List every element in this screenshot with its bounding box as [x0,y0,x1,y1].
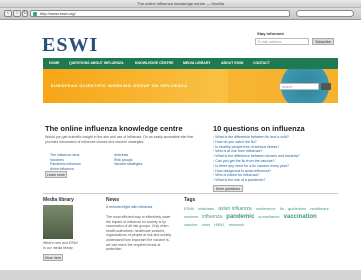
section-divider [43,193,338,194]
tag-link[interactable]: surveillance [258,214,279,219]
news-headline[interactable]: A renewed fight with influenza [106,205,174,210]
news-heading: News [106,197,120,203]
banner-tagline: EUROPEAN SCIENTIFIC WORKING GROUP ON INF… [51,83,188,88]
tag-link[interactable]: vaccine [184,222,198,227]
url-text: http://www.eswi.org/ [40,11,76,16]
intro-text: Would you get scientific insight in the … [45,135,194,144]
tag-link[interactable]: conference [256,206,276,211]
topic-links-1: The influenza virus Vaccines Pandemic in… [50,153,105,171]
nav-media[interactable]: MEDIA LIBRARY [183,58,211,69]
header-banner: EUROPEAN SCIENTIFIC WORKING GROUP ON INF… [43,69,338,103]
forward-button[interactable]: › [13,10,21,17]
tags-heading: Tags [184,197,196,203]
tag-link[interactable]: pandemic [226,214,254,220]
tag-link[interactable]: influenza [202,214,222,220]
browser-window: The online influenza knowledge centre — … [0,0,361,280]
reload-button[interactable]: ↻ [22,10,28,17]
topic-links-2: Antivirals Risk groups Vaccine strategie… [114,153,169,167]
questions-heading: 10 questions on influenza [213,124,305,133]
site-icon [33,12,37,16]
title-bar: The online influenza knowledge centre — … [0,0,361,8]
nav-contact[interactable]: CONTACT [253,58,270,69]
tag-link[interactable]: avian influenza [218,206,251,212]
nav-home[interactable]: HOME [49,58,60,69]
email-field[interactable]: E-mail address [255,38,309,45]
tag-link[interactable]: vaccination [284,214,317,220]
topic-link[interactable]: Vaccine strategies [114,162,169,167]
tag-link[interactable]: flu [280,206,284,211]
more-questions-button[interactable]: More questions [213,185,243,192]
media-caption: What's new and ESWI in our media library [43,241,78,250]
media-library-heading: Media library [43,197,74,203]
main-nav: HOME QUESTIONS ABOUT INFLUENZA KNOWLEDGE… [43,58,338,69]
media-photo[interactable] [43,205,73,239]
news-body: The most efficient way to effectively lo… [106,215,172,252]
status-bar [0,270,361,280]
web-page: ESWI Stay informed E-mail address Subscr… [10,21,351,280]
eswi-logo[interactable]: ESWI [42,34,98,57]
media-more-button[interactable]: More here [43,254,63,261]
tag-link[interactable]: ESWI [184,206,194,211]
nav-knowledge[interactable]: KNOWLEDGE CENTRE [135,58,174,69]
questions-list: What is the difference between flu and a… [213,135,333,183]
tag-link[interactable]: antivirals [198,206,214,211]
knowledge-centre-heading: The online influenza knowledge centre [45,124,183,133]
tag-link[interactable]: guidelines [288,206,306,211]
subscribe-button[interactable]: Subscribe [312,38,334,45]
back-button[interactable]: ‹ [4,10,12,17]
tag-link[interactable]: research [229,222,245,227]
stay-informed-label: Stay informed [257,31,284,36]
tag-link[interactable]: virus [202,222,210,227]
nav-about[interactable]: ABOUT ESWI [221,58,243,69]
browser-toolbar: ‹ › ↻ http://www.eswi.org/ [0,8,361,20]
window-title: The online influenza knowledge centre — … [137,1,224,6]
search-go-button[interactable] [321,83,331,90]
question-link[interactable]: What is the risk of a pandemic? [213,178,333,183]
address-bar[interactable]: http://www.eswi.org/ [30,10,290,17]
browser-search-input[interactable] [296,10,354,17]
site-search-input[interactable]: search [279,83,319,90]
learn-more-button[interactable]: Learn more [45,171,67,178]
tag-cloud: ESWI antivirals avian influenza conferen… [184,205,334,228]
nav-questions[interactable]: QUESTIONS ABOUT INFLUENZA [69,58,124,69]
tag-link[interactable]: H5N1 [214,222,224,227]
